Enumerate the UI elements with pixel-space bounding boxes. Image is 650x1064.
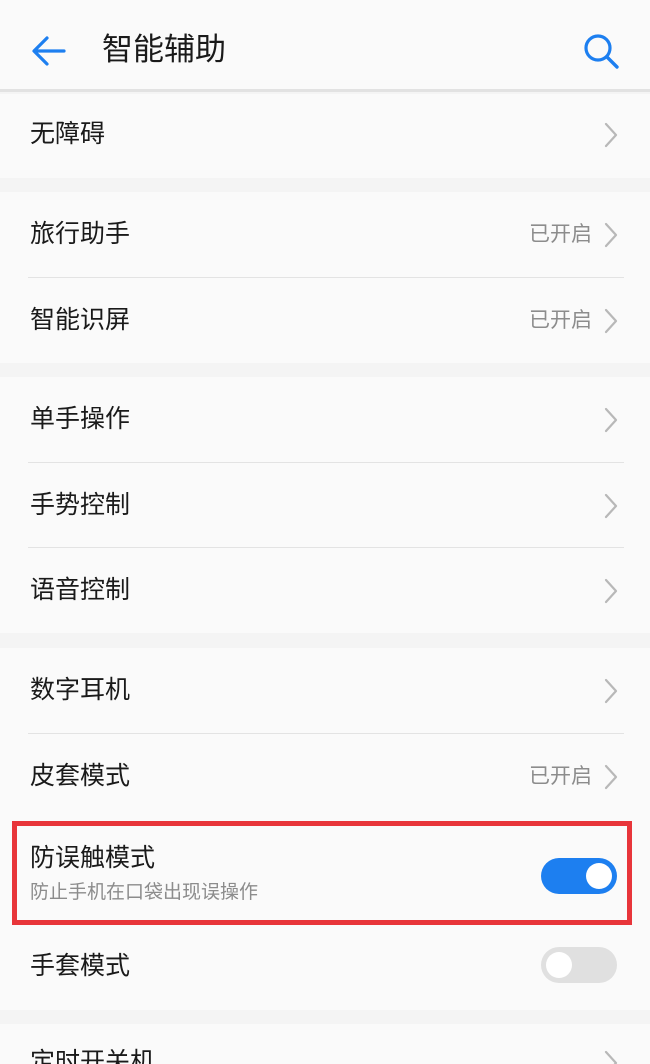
accidental-touch-toggle[interactable]: [541, 858, 617, 894]
smart-assist-screen: 智能辅助 无障碍 旅行助手 已开启 智能识屏 已开启 单手操作 手势控制 语音控…: [0, 0, 650, 1064]
row-scheduled-power[interactable]: 定时开关机: [0, 1024, 650, 1064]
chevron-right-icon: [604, 578, 618, 604]
chevron-right-icon: [604, 1050, 618, 1064]
top-app-bar: 智能辅助: [0, 0, 650, 92]
settings-group-schedule: 定时开关机: [0, 1024, 650, 1064]
glove-mode-toggle[interactable]: [541, 947, 617, 983]
settings-group-modes: 数字耳机 皮套模式 已开启 防误触模式 防止手机在口袋出现误操作 手套模式: [0, 648, 650, 1010]
chevron-right-icon: [604, 222, 618, 248]
row-label: 手势控制: [30, 490, 131, 519]
settings-group-control: 单手操作 手势控制 语音控制: [0, 377, 650, 633]
chevron-right-icon: [604, 122, 618, 148]
row-label: 智能识屏: [30, 305, 131, 334]
chevron-right-icon: [604, 678, 618, 704]
row-voice-control[interactable]: 语音控制: [0, 548, 650, 632]
status-text: 已开启: [529, 308, 592, 332]
settings-group-assistant: 旅行助手 已开启 智能识屏 已开启: [0, 192, 650, 363]
row-label: 旅行助手: [30, 219, 131, 248]
toggle-knob: [586, 863, 612, 889]
row-smart-screen-recognition[interactable]: 智能识屏 已开启: [0, 278, 650, 362]
search-icon: [584, 34, 619, 69]
row-label: 单手操作: [30, 404, 131, 433]
row-accessibility[interactable]: 无障碍: [0, 94, 650, 178]
status-text: 已开启: [529, 764, 592, 788]
back-arrow-icon: [32, 36, 66, 66]
chevron-right-icon: [604, 308, 618, 334]
chevron-right-icon: [604, 407, 618, 433]
search-button[interactable]: [580, 30, 622, 72]
row-one-handed-mode[interactable]: 单手操作: [0, 377, 650, 461]
row-label: 定时开关机: [30, 1047, 156, 1064]
row-travel-assistant[interactable]: 旅行助手 已开启: [0, 192, 650, 276]
page-title: 智能辅助: [102, 32, 226, 68]
row-label: 语音控制: [30, 575, 131, 604]
row-label: 无障碍: [30, 119, 106, 148]
row-glove-mode: 手套模式: [0, 926, 650, 1010]
row-label: 皮套模式: [30, 761, 131, 790]
row-subtitle: 防止手机在口袋出现误操作: [30, 881, 259, 903]
settings-group-accessibility: 无障碍: [0, 94, 650, 178]
row-label: 手套模式: [30, 951, 131, 980]
row-label: 数字耳机: [30, 675, 131, 704]
row-gesture-control[interactable]: 手势控制: [0, 463, 650, 547]
status-text: 已开启: [529, 222, 592, 246]
row-digital-earphone[interactable]: 数字耳机: [0, 648, 650, 732]
row-cover-mode[interactable]: 皮套模式 已开启: [0, 734, 650, 818]
row-label: 防误触模式: [30, 843, 156, 872]
chevron-right-icon: [604, 764, 618, 790]
back-button[interactable]: [28, 30, 70, 72]
chevron-right-icon: [604, 493, 618, 519]
toggle-knob: [546, 952, 572, 978]
row-accidental-touch-prevention: 防误触模式 防止手机在口袋出现误操作: [0, 826, 650, 926]
